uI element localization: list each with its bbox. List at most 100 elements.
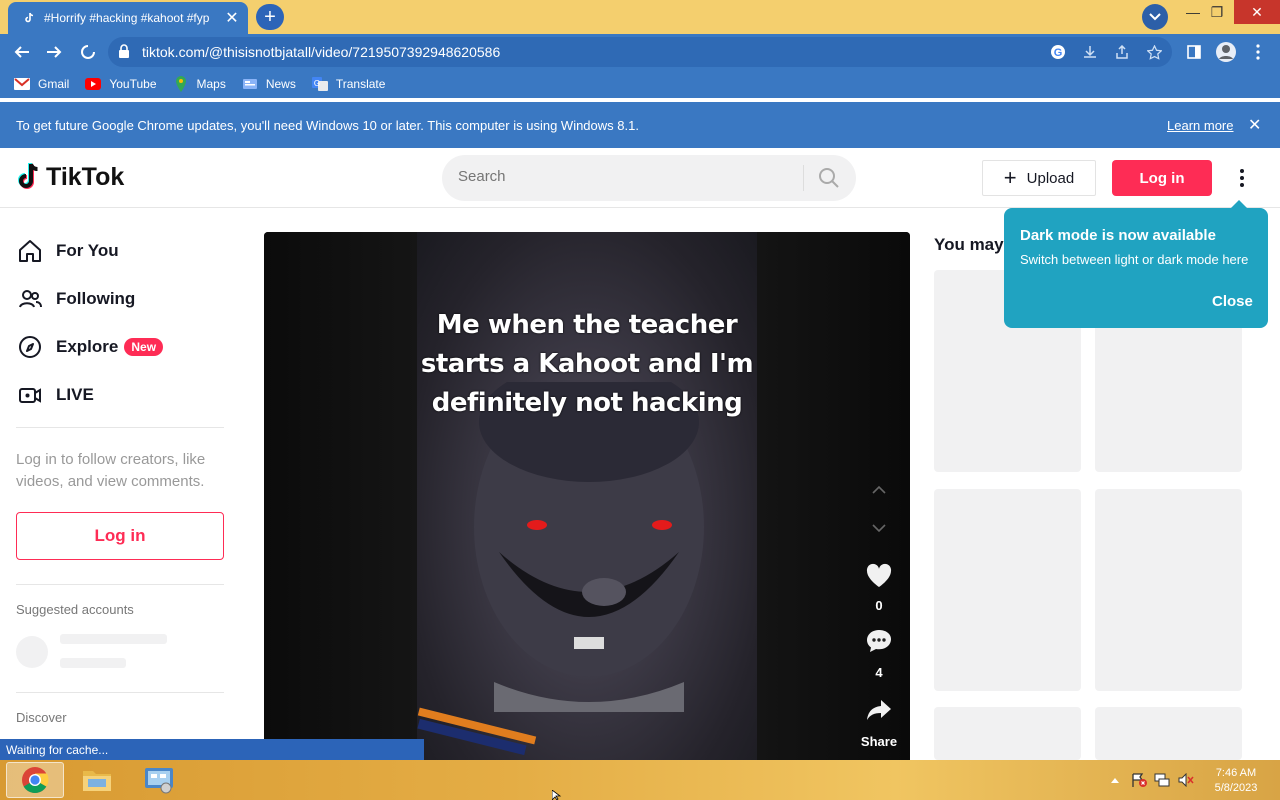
header-login-button[interactable]: Log in <box>1112 160 1212 196</box>
sidebar-item-for-you[interactable]: For You <box>16 237 119 265</box>
video-caption: Me when the teacher starts a Kahoot and … <box>420 310 754 418</box>
chevron-down-icon <box>854 514 904 542</box>
suggested-accounts-title: Suggested accounts <box>16 602 134 617</box>
plus-icon: + <box>1003 165 1017 190</box>
infobar-close-icon[interactable]: ✕ <box>1248 115 1261 135</box>
restore-button[interactable]: ❐ <box>1200 0 1234 24</box>
tab-close-icon[interactable]: ✕ <box>222 8 242 28</box>
update-infobar: To get future Google Chrome updates, you… <box>0 102 1280 148</box>
bookmark-news[interactable]: News <box>242 76 296 92</box>
search-icon[interactable] <box>818 167 840 194</box>
youtube-icon <box>85 76 102 92</box>
taskbar-control-panel[interactable] <box>130 762 188 798</box>
avatar-skeleton <box>16 636 48 668</box>
lock-icon[interactable] <box>118 44 130 63</box>
clock-time: 7:46 AM <box>1215 767 1257 779</box>
tiktok-note-icon <box>18 163 38 189</box>
new-badge: New <box>124 338 164 356</box>
tab-title: #Horrify #hacking #kahoot #fyp <box>44 11 210 25</box>
install-icon[interactable] <box>1080 42 1100 62</box>
skeleton-line <box>60 634 167 644</box>
more-options-icon[interactable] <box>1230 166 1254 190</box>
learn-more-link[interactable]: Learn more <box>1167 118 1233 133</box>
previous-video-button[interactable] <box>854 476 904 504</box>
control-panel-icon <box>145 768 173 794</box>
skeleton-line <box>60 658 126 668</box>
tiktok-logo[interactable]: TikTok <box>16 162 124 192</box>
tooltip-body: Switch between light or dark mode here <box>1020 252 1249 267</box>
bookmark-maps[interactable]: Maps <box>173 76 226 92</box>
video-player[interactable]: Me when the teacher starts a Kahoot and … <box>264 232 910 760</box>
url-text: tiktok.com/@thisisnotbjatall/video/72195… <box>142 44 501 60</box>
taskbar-clock[interactable]: 7:46 AM 5/8/2023 <box>1206 766 1266 796</box>
bookmark-gmail[interactable]: Gmail <box>14 76 69 92</box>
chrome-icon <box>22 767 49 794</box>
home-icon <box>16 237 44 265</box>
video-thumbnail-skeleton[interactable] <box>934 489 1081 691</box>
following-icon <box>16 285 44 313</box>
bookmark-youtube[interactable]: YouTube <box>85 76 157 92</box>
like-button[interactable]: 0 <box>854 562 904 613</box>
upload-button[interactable]: + Upload <box>982 160 1096 196</box>
infobar-message: To get future Google Chrome updates, you… <box>16 118 639 133</box>
video-blur-left <box>264 232 417 760</box>
login-prompt-text: Log in to follow creators, like videos, … <box>16 451 206 490</box>
tab-search-button[interactable] <box>1142 4 1168 30</box>
profile-avatar-icon[interactable] <box>1212 38 1240 66</box>
like-count: 0 <box>875 598 883 613</box>
sidebar-divider <box>16 584 224 585</box>
next-video-button[interactable] <box>854 514 904 542</box>
sidebar-item-explore[interactable]: Explore New <box>16 333 164 361</box>
network-icon[interactable] <box>1153 772 1171 788</box>
maps-icon <box>173 76 189 92</box>
tiktok-favicon-icon <box>22 11 36 25</box>
comment-icon <box>854 627 904 655</box>
action-center-flag-icon[interactable] <box>1130 772 1148 788</box>
browser-tab[interactable]: #Horrify #hacking #kahoot #fyp ✕ <box>8 2 248 34</box>
windows-taskbar: 7:46 AM 5/8/2023 <box>0 760 1280 800</box>
video-thumbnail-skeleton[interactable] <box>1095 707 1242 760</box>
search-bar[interactable] <box>442 155 856 201</box>
window-close-button[interactable]: ✕ <box>1234 0 1280 24</box>
clock-date: 5/8/2023 <box>1214 782 1258 794</box>
google-icon[interactable]: G <box>1048 42 1068 62</box>
video-thumbnail-skeleton[interactable] <box>934 707 1081 760</box>
browser-toolbar: tiktok.com/@thisisnotbjatall/video/72195… <box>0 34 1280 70</box>
bookmark-star-icon[interactable] <box>1144 42 1164 62</box>
address-bar[interactable]: tiktok.com/@thisisnotbjatall/video/72195… <box>108 37 1172 67</box>
share-button[interactable]: Share <box>854 696 904 749</box>
comment-count: 4 <box>875 665 883 680</box>
taskbar-chrome[interactable] <box>6 762 64 798</box>
volume-muted-icon[interactable] <box>1177 772 1195 788</box>
taskbar-file-explorer[interactable] <box>68 762 126 798</box>
show-hidden-icons-icon[interactable] <box>1106 772 1124 788</box>
folder-icon <box>83 771 111 791</box>
search-input[interactable] <box>458 168 788 185</box>
stop-loading-button[interactable] <box>74 38 102 66</box>
back-button[interactable] <box>8 38 36 66</box>
tooltip-title: Dark mode is now available <box>1020 227 1216 244</box>
tooltip-close-button[interactable]: Close <box>1212 293 1253 310</box>
svg-text:G: G <box>314 79 320 88</box>
share-icon[interactable] <box>1112 42 1132 62</box>
live-icon <box>16 381 44 409</box>
video-thumbnail-skeleton[interactable] <box>1095 489 1242 691</box>
discover-title: Discover <box>16 710 67 725</box>
bookmark-translate[interactable]: G Translate <box>311 76 385 92</box>
sidebar-item-following[interactable]: Following <box>16 285 135 313</box>
new-tab-button[interactable]: + <box>256 4 284 30</box>
heart-icon <box>854 562 904 590</box>
forward-button[interactable] <box>40 38 68 66</box>
chrome-menu-icon[interactable] <box>1244 38 1272 66</box>
tab-strip: #Horrify #hacking #kahoot #fyp ✕ + — ❐ ✕ <box>0 0 1280 34</box>
dark-mode-tooltip: Dark mode is now available Switch betwee… <box>1004 200 1268 328</box>
sidebar-login-button[interactable]: Log in <box>16 512 224 560</box>
grinning-face-image <box>474 382 704 712</box>
share-label: Share <box>860 734 898 749</box>
search-divider <box>803 165 804 191</box>
tiktok-header: TikTok + Upload Log in <box>0 150 1280 208</box>
sidebar-item-live[interactable]: LIVE <box>16 381 94 409</box>
side-panel-icon[interactable] <box>1180 38 1208 66</box>
browser-status-bar: Waiting for cache... <box>0 739 424 760</box>
comment-button[interactable]: 4 <box>854 627 904 680</box>
